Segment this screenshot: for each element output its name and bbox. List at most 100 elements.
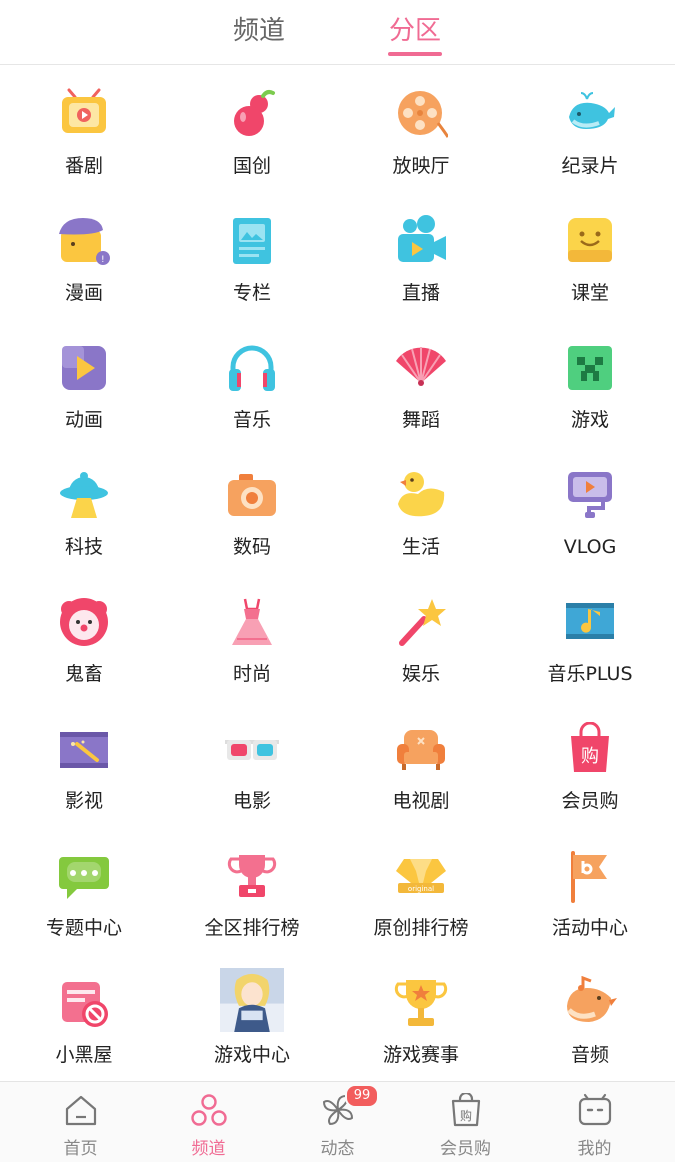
svg-text:original: original [408,885,434,893]
vlog-camera-icon [568,472,612,518]
zone-label: 科技 [64,536,103,558]
svg-text:购: 购 [581,746,599,767]
nav-dynamics[interactable]: 99 动态 [270,1082,405,1162]
tab-zone[interactable]: 分区 [388,12,442,60]
top-tab-bar: 频道 分区 [0,0,675,65]
zone-item-original-ranking[interactable]: original 原创排行榜 [337,827,505,954]
zone-grid: 番剧 国创 放映厅 纪录片 ! 漫画 专栏 直播 课堂 动画 音乐 舞蹈 游戏 … [0,65,675,1080]
zone-label: 直播 [401,282,440,304]
zone-item-all-ranking[interactable]: 全区排行榜 [168,827,336,954]
ufo-icon [60,472,108,518]
zone-item-music[interactable]: 音乐 [168,319,336,446]
zone-label: 专栏 [232,282,271,304]
zone-label: 活动中心 [551,917,628,939]
clown-icon [60,598,108,646]
zone-item-fashion[interactable]: 时尚 [168,573,336,700]
zone-label: 生活 [401,536,440,558]
zone-label: 娱乐 [401,663,440,685]
zone-item-animation[interactable]: 动画 [0,319,168,446]
trophy-cup-icon [227,855,277,897]
tab-channel[interactable]: 频道 [228,12,290,60]
magic-wand-icon [399,599,446,646]
video-camera-icon [398,215,446,262]
zone-item-tv-series[interactable]: 电视剧 [337,700,505,827]
zone-item-audio[interactable]: 音频 [506,954,674,1081]
zone-item-kichiku[interactable]: 鬼畜 [0,573,168,700]
nav-label: 频道 [191,1139,226,1159]
duck-icon [398,472,445,517]
zone-item-anime[interactable]: 番剧 [0,65,168,192]
smile-block-icon [568,218,612,262]
zone-item-cinema[interactable]: 放映厅 [337,65,505,192]
zone-item-member-shop[interactable]: 购 会员购 [506,700,674,827]
zone-label: 番剧 [64,155,103,177]
creeper-icon [568,346,612,390]
whale-icon [569,92,615,129]
zone-item-tech[interactable]: 科技 [0,446,168,573]
zone-item-comic[interactable]: ! 漫画 [0,192,168,319]
zone-label: 漫画 [64,282,103,304]
camera-icon [228,474,276,516]
bag-icon: 购 [451,1093,481,1127]
zone-item-documentary[interactable]: 纪录片 [506,65,674,192]
zone-item-column[interactable]: 专栏 [168,192,336,319]
clapper-icon [60,732,108,768]
zone-label: 会员购 [561,790,619,812]
zone-item-movie[interactable]: 电影 [168,700,336,827]
ban-calendar-icon [62,982,108,1027]
zone-item-classroom[interactable]: 课堂 [506,192,674,319]
music-film-icon [566,603,614,639]
nav-channel[interactable]: 频道 [141,1082,276,1162]
channel-circles-icon [191,1094,227,1126]
zone-label: VLOG [563,536,617,558]
comic-character-icon: ! [59,218,110,265]
nav-member-shop[interactable]: 购 会员购 [398,1082,533,1162]
zone-item-dance[interactable]: 舞蹈 [337,319,505,446]
zone-item-music-plus[interactable]: 音乐PLUS [506,573,674,700]
zone-item-entertainment[interactable]: 娱乐 [337,573,505,700]
zone-item-game-center[interactable]: 游戏中心 [168,954,336,1081]
3d-glasses-icon [225,740,279,760]
zone-label: 国创 [232,155,271,177]
zone-label: 专题中心 [45,917,122,939]
zone-item-film-tv[interactable]: 影视 [0,700,168,827]
headphones-icon [229,345,275,391]
svg-text:!: ! [101,255,105,265]
zone-label: 音频 [570,1044,609,1066]
film-reel-icon [398,91,448,138]
nav-label: 动态 [320,1139,355,1159]
zone-label: 游戏中心 [213,1044,290,1066]
home-icon [65,1095,97,1126]
zone-item-live[interactable]: 直播 [337,192,505,319]
zone-item-activity-center[interactable]: 活动中心 [506,827,674,954]
nav-label: 首页 [63,1139,98,1159]
tab-channel-label: 频道 [232,16,285,46]
zone-item-guochuang[interactable]: 国创 [168,65,336,192]
zone-item-digital[interactable]: 数码 [168,446,336,573]
dress-icon [232,598,272,645]
zone-item-esports[interactable]: 游戏赛事 [337,954,505,1081]
star-trophy-icon [394,980,448,1026]
zone-label: 原创排行榜 [373,917,469,939]
nav-home[interactable]: 首页 [13,1082,148,1162]
nav-mine[interactable]: 我的 [527,1082,662,1162]
zone-item-topic-center[interactable]: 专题中心 [0,827,168,954]
diamond-crown-icon: original [396,859,446,893]
zone-label: 游戏 [570,409,609,431]
zone-label: 音乐 [232,409,271,431]
zone-label: 课堂 [570,282,609,304]
tv-icon [62,88,106,133]
chat-bubble-icon [59,857,109,899]
zone-label: 电视剧 [392,790,450,812]
zone-label: 影视 [64,790,103,812]
shopping-bag-icon: 购 [571,722,609,772]
zone-label: 电影 [232,790,271,812]
game-thumbnail-icon [220,968,284,1032]
bird-icon [567,976,617,1022]
zone-item-blackroom[interactable]: 小黑屋 [0,954,168,1081]
zone-item-life[interactable]: 生活 [337,446,505,573]
zone-label: 全区排行榜 [204,917,300,939]
zone-item-vlog[interactable]: VLOG [506,446,674,573]
nav-label: 会员购 [440,1139,491,1159]
zone-item-game[interactable]: 游戏 [506,319,674,446]
